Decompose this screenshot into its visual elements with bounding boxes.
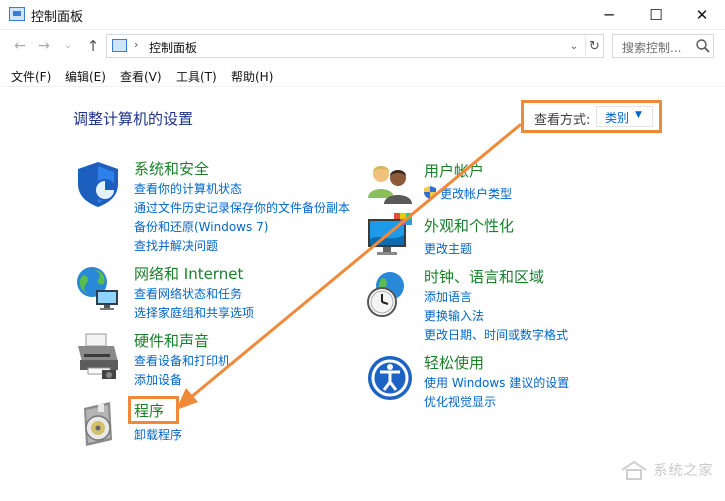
link-uninstall-program[interactable]: 卸载程序: [134, 426, 182, 443]
breadcrumb-separator[interactable]: ›: [134, 38, 138, 51]
control-panel-icon: [9, 7, 25, 21]
programs-highlight-box: [128, 396, 179, 424]
category-title-appearance[interactable]: 外观和个性化: [424, 215, 514, 236]
link-optimize-visual-display[interactable]: 优化视觉显示: [424, 393, 496, 410]
refresh-button[interactable]: ↻: [585, 36, 603, 56]
link-troubleshoot[interactable]: 查找并解决问题: [134, 237, 218, 254]
house-logo-icon: [621, 460, 647, 480]
minimize-button[interactable]: ─: [586, 0, 632, 30]
link-change-date-time-format[interactable]: 更改日期、时间或数字格式: [424, 326, 568, 343]
control-panel-icon: [112, 39, 127, 52]
shield-icon[interactable]: [74, 160, 122, 208]
address-history-dropdown[interactable]: ⌄: [565, 37, 583, 55]
category-title-network[interactable]: 网络和 Internet: [134, 263, 243, 284]
watermark-text: 系统之家: [653, 463, 714, 479]
search-placeholder: 搜索控制...: [622, 41, 682, 55]
title-bar: 控制面板 ─ ☐ ✕: [0, 0, 725, 30]
view-by-dropdown[interactable]: 类别 ▼: [596, 106, 653, 127]
menu-help[interactable]: 帮助(H): [231, 68, 273, 85]
link-homegroup-sharing[interactable]: 选择家庭组和共享选项: [134, 304, 254, 321]
view-by-value[interactable]: 类别: [605, 109, 629, 126]
search-input[interactable]: 搜索控制...: [612, 34, 714, 58]
link-file-history[interactable]: 通过文件历史记录保存你的文件备份副本: [134, 199, 350, 216]
window-title: 控制面板: [31, 10, 84, 25]
menu-view[interactable]: 查看(V): [120, 68, 162, 85]
menu-edit[interactable]: 编辑(E): [65, 68, 106, 85]
navigation-bar: ← → ⌄ ↑ › 控制面板 ⌄ ↻ 搜索控制...: [0, 31, 725, 61]
link-backup-restore[interactable]: 备份和还原(Windows 7): [134, 218, 268, 235]
view-by-control: 查看方式: 类别 ▼: [521, 100, 662, 133]
menu-tools[interactable]: 工具(T): [176, 68, 217, 85]
category-title-user-accounts[interactable]: 用户帐户: [424, 160, 484, 181]
link-add-device[interactable]: 添加设备: [134, 371, 182, 388]
clock-globe-icon[interactable]: [364, 270, 412, 318]
link-view-computer-status[interactable]: 查看你的计算机状态: [134, 180, 242, 197]
monitor-palette-icon[interactable]: [366, 213, 414, 261]
link-change-account-type[interactable]: 更改帐户类型: [440, 185, 512, 202]
category-title-hardware-sound[interactable]: 硬件和声音: [134, 330, 209, 351]
breadcrumb[interactable]: 控制面板: [149, 39, 197, 56]
chevron-down-icon[interactable]: ▼: [635, 110, 642, 120]
link-add-language[interactable]: 添加语言: [424, 288, 472, 305]
programs-disc-icon[interactable]: [76, 400, 124, 448]
category-title-system-security[interactable]: 系统和安全: [134, 158, 209, 179]
category-title-clock-region[interactable]: 时钟、语言和区域: [424, 266, 544, 287]
back-button[interactable]: ←: [10, 36, 30, 56]
menu-bar: 文件(F) 编辑(E) 查看(V) 工具(T) 帮助(H): [0, 63, 725, 87]
link-recommended-settings[interactable]: 使用 Windows 建议的设置: [424, 374, 569, 391]
address-bar[interactable]: › 控制面板 ⌄ ↻: [106, 34, 604, 58]
watermark: 系统之家: [620, 460, 713, 480]
link-devices-printers[interactable]: 查看设备和打印机: [134, 352, 230, 369]
category-title-ease-of-access[interactable]: 轻松使用: [424, 352, 484, 373]
maximize-button[interactable]: ☐: [633, 0, 679, 30]
network-globe-icon[interactable]: [74, 264, 122, 312]
recent-locations-button[interactable]: ⌄: [58, 36, 78, 56]
page-title: 调整计算机的设置: [73, 110, 194, 128]
link-change-input-method[interactable]: 更换输入法: [424, 307, 484, 324]
up-button[interactable]: ↑: [83, 36, 103, 56]
link-change-theme[interactable]: 更改主题: [424, 240, 472, 257]
close-button[interactable]: ✕: [679, 0, 725, 30]
uac-shield-icon: [424, 186, 436, 199]
link-network-status[interactable]: 查看网络状态和任务: [134, 285, 242, 302]
printer-icon[interactable]: [74, 332, 122, 380]
search-icon[interactable]: [695, 38, 711, 54]
forward-button[interactable]: →: [34, 36, 54, 56]
view-by-label: 查看方式:: [534, 113, 591, 128]
users-icon[interactable]: [366, 160, 414, 208]
ease-of-access-icon[interactable]: [366, 354, 414, 402]
menu-file[interactable]: 文件(F): [11, 68, 51, 85]
